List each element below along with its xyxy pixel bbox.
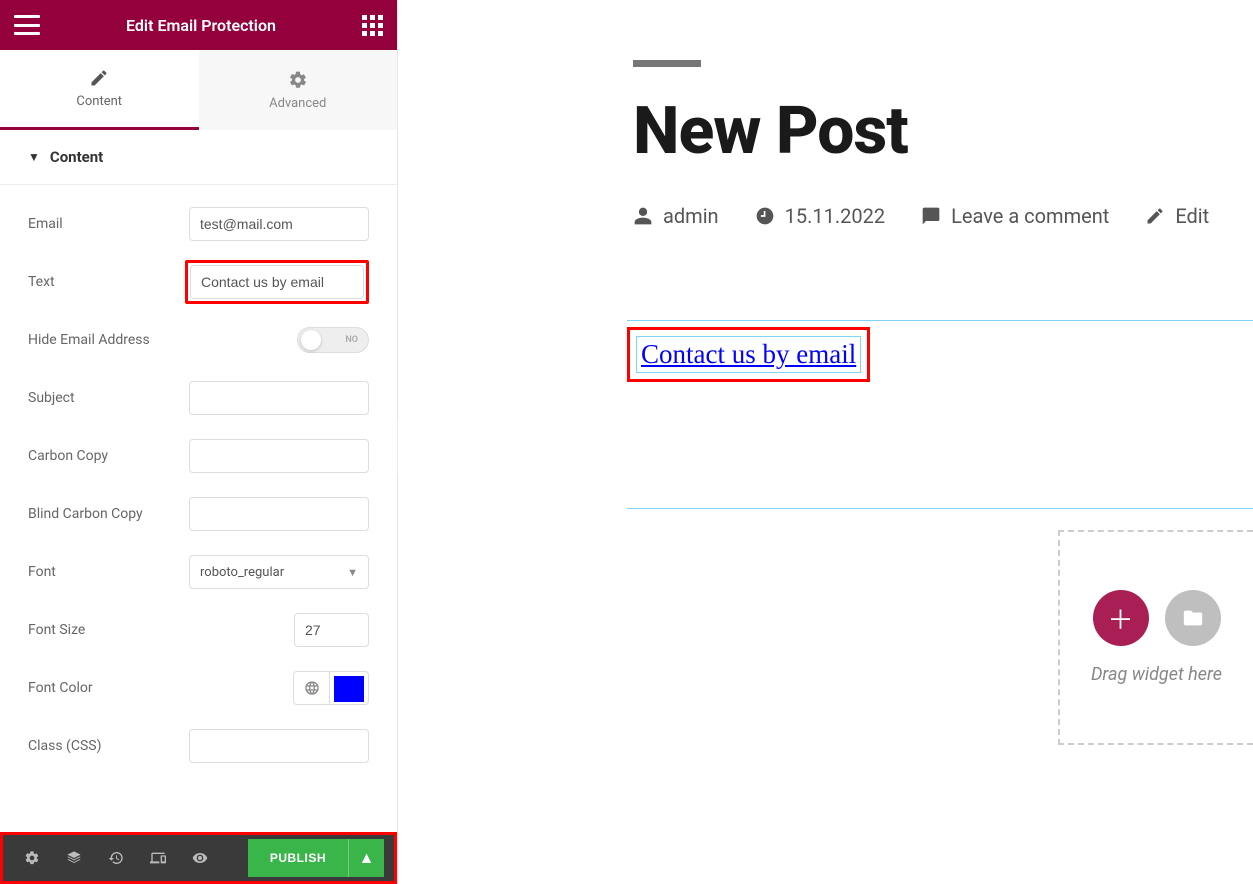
footer-preview-button[interactable] [181, 839, 219, 877]
meta-edit-text: Edit [1175, 204, 1209, 228]
plus-icon: ＋ [1107, 600, 1133, 637]
dropzone-buttons: ＋ [1093, 590, 1221, 646]
tab-content[interactable]: Content [0, 50, 199, 130]
panel-title: Edit Email Protection [126, 16, 276, 35]
class-label: Class (CSS) [28, 738, 188, 754]
cc-input[interactable] [189, 439, 369, 473]
toggle-state: NO [345, 335, 358, 345]
fontsize-label: Font Size [28, 622, 188, 638]
bcc-label: Blind Carbon Copy [28, 506, 188, 522]
publish-group: PUBLISH ▲ [248, 839, 384, 877]
editor-panel: Edit Email Protection Content Advanced ▼… [0, 0, 398, 884]
text-label: Text [28, 274, 185, 290]
email-label: Email [28, 216, 188, 232]
controls: Email Text Hide Email Address NO Subject [0, 185, 397, 805]
apps-grid-icon[interactable] [362, 15, 383, 36]
pencil-icon [89, 68, 109, 88]
cc-label: Carbon Copy [28, 448, 188, 464]
row-bcc: Blind Carbon Copy [28, 485, 369, 543]
tab-advanced-label: Advanced [269, 96, 326, 111]
row-subject: Subject [28, 369, 369, 427]
caret-up-icon: ▲ [359, 848, 375, 868]
chevron-down-icon: ▼ [347, 566, 358, 579]
user-icon [633, 206, 653, 226]
email-protection-widget[interactable]: Contact us by email [636, 336, 861, 373]
tab-advanced[interactable]: Advanced [199, 50, 398, 130]
row-class: Class (CSS) [28, 717, 369, 775]
bcc-input[interactable] [189, 497, 369, 531]
gear-icon [24, 850, 40, 866]
row-cc: Carbon Copy [28, 427, 369, 485]
row-fontcolor: Font Color [28, 659, 369, 717]
eye-icon [192, 850, 208, 866]
globe-button[interactable] [294, 672, 330, 704]
title-accent [633, 60, 701, 67]
fontcolor-group [293, 671, 369, 705]
hide-email-toggle[interactable]: NO [297, 327, 369, 353]
footer-settings-button[interactable] [13, 839, 51, 877]
text-input[interactable] [190, 265, 364, 299]
meta-author-text: admin [663, 204, 719, 228]
row-email: Email [28, 195, 369, 253]
devices-icon [150, 850, 166, 866]
publish-button[interactable]: PUBLISH [248, 839, 348, 877]
meta-edit[interactable]: Edit [1145, 204, 1209, 228]
fontsize-input[interactable] [294, 613, 369, 647]
template-library-button[interactable] [1165, 590, 1221, 646]
font-select[interactable]: roboto_regular ▼ [189, 555, 369, 589]
hide-email-label: Hide Email Address [28, 332, 188, 348]
footer-responsive-button[interactable] [139, 839, 177, 877]
widget-row[interactable]: Contact us by email [627, 320, 1253, 509]
post-title: New Post [633, 93, 1253, 170]
subject-input[interactable] [189, 381, 369, 415]
meta-comment-text: Leave a comment [951, 204, 1109, 228]
post-meta: admin 15.11.2022 Leave a comment Edit [633, 204, 1253, 228]
row-hide-email: Hide Email Address NO [28, 311, 369, 369]
meta-author[interactable]: admin [633, 204, 719, 228]
folder-icon [1182, 607, 1204, 629]
meta-comment[interactable]: Leave a comment [921, 204, 1109, 228]
preview-area: New Post admin 15.11.2022 Leave a commen… [398, 0, 1253, 884]
panel-footer: PUBLISH ▲ [0, 832, 397, 884]
add-widget-button[interactable]: ＋ [1093, 590, 1149, 646]
text-highlight [185, 260, 369, 304]
pencil-icon [1145, 206, 1165, 226]
row-text: Text [28, 253, 369, 311]
gear-icon [288, 70, 308, 90]
section-header-content[interactable]: ▼ Content [0, 130, 397, 185]
section-title: Content [50, 148, 103, 166]
widget-highlight: Contact us by email [627, 327, 870, 382]
meta-date-text: 15.11.2022 [785, 204, 885, 228]
caret-down-icon: ▼ [28, 150, 40, 164]
row-fontsize: Font Size [28, 601, 369, 659]
panel-section: ▼ Content Email Text Hide Email Address … [0, 130, 397, 832]
layers-icon [66, 850, 82, 866]
class-input[interactable] [189, 729, 369, 763]
fontcolor-swatch[interactable] [334, 676, 364, 702]
dropzone[interactable]: ＋ Drag widget here [1058, 530, 1253, 745]
panel-header: Edit Email Protection [0, 0, 397, 50]
tab-content-label: Content [76, 94, 122, 109]
panel-tabs: Content Advanced [0, 50, 397, 130]
font-label: Font [28, 564, 188, 580]
comment-icon [921, 206, 941, 226]
fontcolor-label: Font Color [28, 680, 188, 696]
meta-date: 15.11.2022 [755, 204, 885, 228]
history-icon [108, 850, 124, 866]
row-font: Font roboto_regular ▼ [28, 543, 369, 601]
email-input[interactable] [189, 207, 369, 241]
font-value: roboto_regular [200, 565, 284, 580]
subject-label: Subject [28, 390, 188, 406]
clock-icon [755, 206, 775, 226]
footer-history-button[interactable] [97, 839, 135, 877]
dropzone-label: Drag widget here [1091, 664, 1222, 685]
globe-icon [304, 680, 320, 696]
email-link[interactable]: Contact us by email [641, 339, 856, 369]
publish-options-button[interactable]: ▲ [348, 839, 384, 877]
footer-navigator-button[interactable] [55, 839, 93, 877]
menu-icon[interactable] [14, 15, 40, 35]
